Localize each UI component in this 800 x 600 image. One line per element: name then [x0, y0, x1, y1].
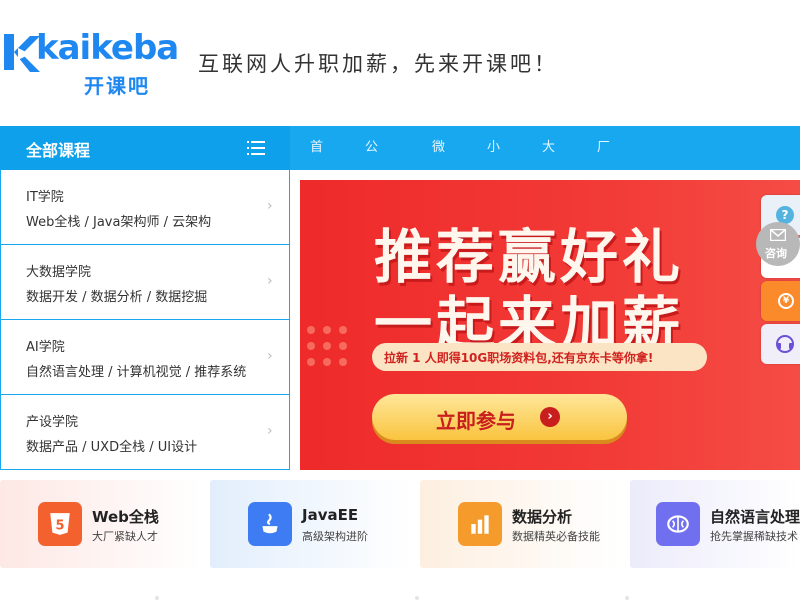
course-card-web-fullstack[interactable]: 5 Web全栈 大厂紧缺人才	[0, 480, 202, 568]
sidebar-item-title: 产设学院	[26, 415, 79, 430]
all-courses-button[interactable]: 全部课程	[0, 126, 290, 170]
html5-icon: 5	[38, 502, 82, 546]
sidebar-item-bigdata-college[interactable]: 大数据学院 数据开发 / 数据分析 / 数据挖掘 ›	[1, 245, 289, 320]
card-title: 自然语言处理	[710, 508, 800, 526]
card-subtitle: 数据精英必备技能	[512, 530, 600, 543]
chart-icon	[458, 502, 502, 546]
yuan-icon: ¥	[778, 293, 794, 309]
headset-icon	[776, 335, 794, 353]
sidebar-item-title: AI学院	[26, 340, 65, 355]
card-title: Web全栈	[92, 508, 159, 526]
card-subtitle: 高级架构进阶	[302, 530, 368, 543]
nav-link-micro-class[interactable]: 微课	[432, 126, 445, 199]
join-now-button[interactable]: 立即参与 ›	[372, 394, 627, 440]
course-card-nlp[interactable]: 自然语言处理 抢先掌握稀缺技术	[630, 480, 800, 568]
nav-link-factory-class[interactable]: 厂课	[597, 126, 610, 199]
promo-banner[interactable]: 推荐赢好礼 一起来加薪 拉新 1 人即得10G职场资料包,还有京东卡等你拿! 立…	[300, 180, 800, 470]
card-subtitle: 抢先掌握稀缺技术	[710, 530, 798, 543]
main-navbar: 全部课程 首页 公开课 微课 小课 大课 厂课	[0, 126, 800, 243]
sidebar-item-product-design-college[interactable]: 产设学院 数据产品 / UXD全栈 / UI设计 ›	[1, 395, 289, 470]
join-now-label: 立即参与	[436, 409, 516, 433]
card-title: 数据分析	[512, 508, 573, 526]
sidebar-item-ai-college[interactable]: AI学院 自然语言处理 / 计算机视觉 / 推荐系统 ›	[1, 320, 289, 395]
chevron-right-icon: ›	[267, 348, 273, 364]
envelope-icon	[770, 229, 786, 241]
site-header: kaikeba 开课吧 互联网人升职加薪，先来开课吧！	[0, 0, 800, 126]
course-card-javaee[interactable]: JavaEE 高级架构进阶	[210, 480, 412, 568]
card-subtitle: 大厂紧缺人才	[92, 530, 158, 543]
nav-link-big-class[interactable]: 大课	[542, 126, 555, 199]
course-cards: 5 Web全栈 大厂紧缺人才 JavaEE 高级架构进阶 数据分析 数据精英必备…	[0, 480, 800, 568]
banner-offer-text: 拉新 1 人即得10G职场资料包,还有京东卡等你拿!	[384, 351, 654, 365]
nav-link-open-class[interactable]: 公开课	[365, 126, 378, 243]
chevron-right-icon: ›	[267, 198, 273, 214]
chevron-right-icon: ›	[267, 273, 273, 289]
header-slogan: 互联网人升职加薪，先来开课吧！	[198, 52, 558, 76]
sidebar-item-title: IT学院	[26, 190, 64, 205]
consult-button[interactable]: 咨询	[756, 222, 800, 266]
banner-offer-pill: 拉新 1 人即得10G职场资料包,还有京东卡等你拿!	[372, 343, 707, 371]
card-title: JavaEE	[302, 506, 359, 524]
logo-text: kaikeba	[36, 28, 179, 68]
customer-service-button[interactable]	[761, 324, 800, 364]
floating-toolbar: ? ¥	[761, 195, 800, 367]
bottom-strip	[0, 568, 800, 600]
kaikeba-logo[interactable]: kaikeba 开课吧	[0, 28, 179, 98]
brain-icon	[656, 502, 700, 546]
nav-link-small-class[interactable]: 小课	[487, 126, 500, 199]
banner-decor-dots	[307, 326, 357, 386]
sidebar-item-subtitle: 数据开发 / 数据分析 / 数据挖掘	[26, 290, 208, 305]
sidebar-item-it-college[interactable]: IT学院 Web全栈 / Java架构师 / 云架构 ›	[1, 170, 289, 245]
sidebar-item-title: 大数据学院	[26, 265, 92, 280]
sidebar-item-subtitle: 自然语言处理 / 计算机视觉 / 推荐系统	[26, 365, 247, 380]
consult-label: 咨询	[765, 247, 787, 260]
svg-text:5: 5	[55, 518, 64, 533]
course-category-sidebar: IT学院 Web全栈 / Java架构师 / 云架构 › 大数据学院 数据开发 …	[0, 170, 290, 470]
java-icon	[248, 502, 292, 546]
sidebar-item-subtitle: 数据产品 / UXD全栈 / UI设计	[26, 440, 198, 455]
course-card-data-analysis[interactable]: 数据分析 数据精英必备技能	[420, 480, 622, 568]
pricing-button[interactable]: ¥	[761, 281, 800, 321]
nav-link-home[interactable]: 首页	[310, 126, 323, 199]
all-courses-label: 全部课程	[26, 141, 91, 160]
sidebar-item-subtitle: Web全栈 / Java架构师 / 云架构	[26, 215, 212, 230]
arrow-right-circle-icon: ›	[540, 407, 560, 427]
logo-chinese-text: 开课吧	[84, 74, 150, 98]
menu-list-icon	[247, 141, 265, 155]
chevron-right-icon: ›	[267, 423, 273, 439]
